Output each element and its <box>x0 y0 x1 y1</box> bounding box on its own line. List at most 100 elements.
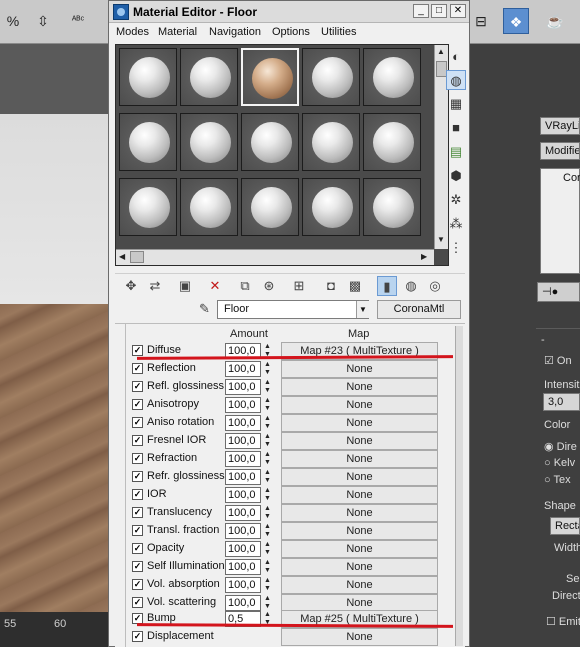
amount-field[interactable]: 100,0 <box>225 415 261 431</box>
eyedropper-icon[interactable]: ✎ <box>199 301 210 317</box>
select-by-material-icon[interactable]: ⁂ <box>446 214 466 234</box>
emit-checkbox[interactable]: ☐ Emit <box>546 615 580 628</box>
material-editor-icon[interactable]: ❖ <box>503 8 529 34</box>
ior-checkbox[interactable]: ✓ <box>132 489 143 500</box>
timeline-ruler[interactable]: 55 60 <box>0 612 108 647</box>
fresnel-ior-checkbox[interactable]: ✓ <box>132 435 143 446</box>
amount-spinner[interactable]: ▲ ▼ <box>263 559 272 575</box>
sample-slot[interactable] <box>363 113 421 171</box>
map-button[interactable]: None <box>281 468 438 486</box>
on-checkbox[interactable]: ☑ On <box>544 354 572 367</box>
map-button[interactable]: None <box>281 522 438 540</box>
self-illumination-checkbox[interactable]: ✓ <box>132 561 143 572</box>
show-map-in-viewport-icon[interactable]: ◘ <box>321 276 341 296</box>
options-icon[interactable]: ✲ <box>446 190 466 210</box>
close-button[interactable]: ✕ <box>450 4 466 18</box>
color-mode-kelvin[interactable]: ○ Kelv <box>544 457 575 469</box>
map-button[interactable]: None <box>281 414 438 432</box>
map-button[interactable]: None <box>281 396 438 414</box>
assign-to-selection-icon[interactable]: ▣ <box>175 276 195 296</box>
render-teapot-icon[interactable]: ☕ <box>542 8 568 34</box>
sample-slot[interactable] <box>180 178 238 236</box>
slots-horizontal-scrollbar[interactable]: ◀ ▶ <box>116 249 434 265</box>
scroll-left-icon[interactable]: ◀ <box>119 252 125 262</box>
modifier-list[interactable]: Modifier <box>540 142 580 160</box>
scroll-thumb[interactable] <box>130 251 144 263</box>
scroll-right-icon[interactable]: ▶ <box>421 252 427 262</box>
pick-material-icon[interactable]: ◎ <box>425 276 445 296</box>
scroll-up-icon[interactable]: ▲ <box>437 47 445 57</box>
sample-slot[interactable] <box>119 48 177 106</box>
sample-slot-active[interactable] <box>241 48 299 106</box>
percent-snap-icon[interactable]: % <box>2 8 24 34</box>
amount-spinner[interactable]: ▲ ▼ <box>263 451 272 467</box>
amount-spinner[interactable]: ▲ ▼ <box>263 595 272 611</box>
sample-slot[interactable] <box>363 48 421 106</box>
reset-map-icon[interactable]: ✕ <box>205 276 225 296</box>
amount-spinner[interactable]: ▲ ▼ <box>263 379 272 395</box>
map-button[interactable]: None <box>281 628 438 646</box>
viewport[interactable] <box>0 44 108 624</box>
vol-scattering-checkbox[interactable]: ✓ <box>132 597 143 608</box>
map-button[interactable]: None <box>281 378 438 396</box>
amount-spinner[interactable]: ▲ ▼ <box>263 505 272 521</box>
chevron-down-icon[interactable]: ▼ <box>356 301 369 318</box>
amount-field[interactable]: 100,0 <box>225 379 261 395</box>
anisotropy-checkbox[interactable]: ✓ <box>132 399 143 410</box>
put-to-library-icon[interactable]: ⊛ <box>259 276 279 296</box>
amount-field[interactable]: 100,0 <box>225 487 261 503</box>
map-button[interactable]: None <box>281 558 438 576</box>
map-button[interactable]: None <box>281 486 438 504</box>
sample-slot[interactable] <box>119 113 177 171</box>
make-unique-icon[interactable]: ⧉ <box>235 276 255 296</box>
sample-slot[interactable] <box>363 178 421 236</box>
background-checker-icon[interactable]: ▦ <box>446 94 466 114</box>
menu-utilities[interactable]: Utilities <box>321 26 356 38</box>
amount-field[interactable]: 100,0 <box>225 361 261 377</box>
amount-spinner[interactable]: ▲ ▼ <box>263 469 272 485</box>
amount-field[interactable]: 100,0 <box>225 541 261 557</box>
menu-material[interactable]: Material <box>158 26 197 38</box>
maps-scrollbar[interactable] <box>455 326 463 646</box>
sample-type-icon[interactable]: ◐ <box>446 47 466 67</box>
spinner-snap-icon[interactable]: ⇳ <box>30 8 56 34</box>
modifier-stack-item[interactable]: Cor <box>563 172 580 184</box>
reflection-checkbox[interactable]: ✓ <box>132 363 143 374</box>
amount-field[interactable]: 100,0 <box>225 451 261 467</box>
object-name-field[interactable]: VRayLig <box>540 117 580 135</box>
sample-slot[interactable] <box>180 48 238 106</box>
material-name-field[interactable]: Floor <box>217 300 369 319</box>
sample-slot[interactable] <box>302 113 360 171</box>
opacity-checkbox[interactable]: ✓ <box>132 543 143 554</box>
shape-dropdown[interactable]: Recta <box>550 517 580 535</box>
intensity-field[interactable]: 3,0 <box>543 393 580 411</box>
amount-field[interactable]: 100,0 <box>225 595 261 611</box>
minimize-button[interactable]: _ <box>413 4 429 18</box>
diffuse-checkbox[interactable]: ✓ <box>132 345 143 356</box>
put-to-scene-icon[interactable]: ⇄ <box>145 276 165 296</box>
amount-spinner[interactable]: ▲ ▼ <box>263 433 272 449</box>
material-id-channel-icon[interactable]: ⊞ <box>289 276 309 296</box>
show-end-result-icon[interactable]: ▩ <box>345 276 365 296</box>
go-to-parent-icon[interactable]: ▮ <box>377 276 397 296</box>
amount-field[interactable]: 100,0 <box>225 559 261 575</box>
map-button[interactable]: None <box>281 540 438 558</box>
menu-options[interactable]: Options <box>272 26 310 38</box>
maximize-button[interactable]: □ <box>431 4 447 18</box>
amount-field[interactable]: 100,0 <box>225 577 261 593</box>
menu-modes[interactable]: Modes <box>116 26 149 38</box>
sample-slot[interactable] <box>180 113 238 171</box>
sample-slot[interactable] <box>302 178 360 236</box>
material-map-navigator-icon[interactable]: ⋮ <box>446 238 466 258</box>
rollout-collapse-icon[interactable]: - <box>541 334 545 346</box>
render-setup-icon[interactable]: ⊟ <box>470 8 492 34</box>
map-button[interactable]: None <box>281 504 438 522</box>
go-forward-to-sibling-icon[interactable]: ◍ <box>401 276 421 296</box>
sample-slot[interactable] <box>119 178 177 236</box>
backlight-icon[interactable]: ◍ <box>446 70 466 90</box>
map-button[interactable]: None <box>281 360 438 378</box>
displacement-checkbox[interactable]: ✓ <box>132 631 143 642</box>
scroll-down-icon[interactable]: ▼ <box>437 235 445 245</box>
sample-slot[interactable] <box>241 178 299 236</box>
sample-slot[interactable] <box>241 113 299 171</box>
